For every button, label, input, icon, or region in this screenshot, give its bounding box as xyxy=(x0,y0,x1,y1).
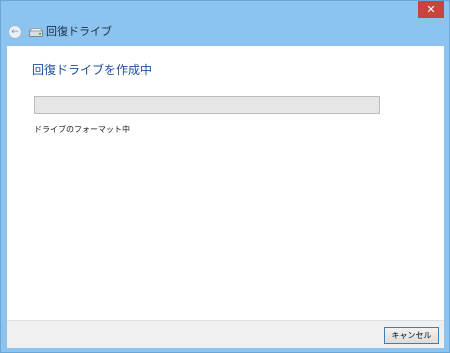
page-title: 回復ドライブを作成中 xyxy=(32,63,153,77)
button-bar: キャンセル xyxy=(7,320,444,348)
progress-bar xyxy=(34,96,380,114)
close-button[interactable]: ✕ xyxy=(418,1,444,18)
window-title: 回復ドライブ xyxy=(46,25,112,38)
main-content: 回復ドライブを作成中 ドライブのフォーマット中 xyxy=(7,46,444,320)
drive-icon xyxy=(29,28,43,37)
close-icon: ✕ xyxy=(426,3,436,16)
back-arrow-icon: ← xyxy=(11,27,19,37)
dialog-window: ✕ ← 回復ドライブ 回復ドライブを作成中 ドライブのフォーマット中 キャンセル xyxy=(0,0,450,353)
title-bar: ✕ xyxy=(1,1,449,19)
back-button[interactable]: ← xyxy=(8,25,22,39)
nav-bar: ← 回復ドライブ xyxy=(1,19,449,45)
status-text: ドライブのフォーマット中 xyxy=(34,125,130,134)
cancel-button[interactable]: キャンセル xyxy=(384,327,439,344)
